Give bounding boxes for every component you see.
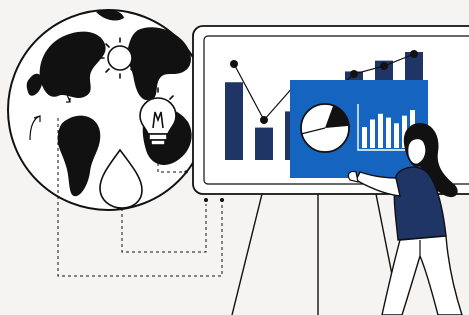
board-bar <box>255 127 273 160</box>
panel-bar <box>378 113 383 148</box>
easel-legs <box>231 193 401 315</box>
board-trend-point <box>380 62 388 70</box>
panel-bar <box>386 117 391 148</box>
illustration <box>0 0 469 315</box>
board-trend-point <box>350 70 358 78</box>
board-trend-point <box>230 60 238 68</box>
panel-bar <box>370 119 375 148</box>
panel-bar <box>362 127 367 148</box>
data-presentation-illustration <box>7 9 469 315</box>
board-trend-point <box>410 50 418 58</box>
board-bar <box>225 82 243 160</box>
pie-chart-icon <box>300 103 350 153</box>
panel-bar <box>394 123 399 148</box>
board-trend-point <box>260 116 268 124</box>
